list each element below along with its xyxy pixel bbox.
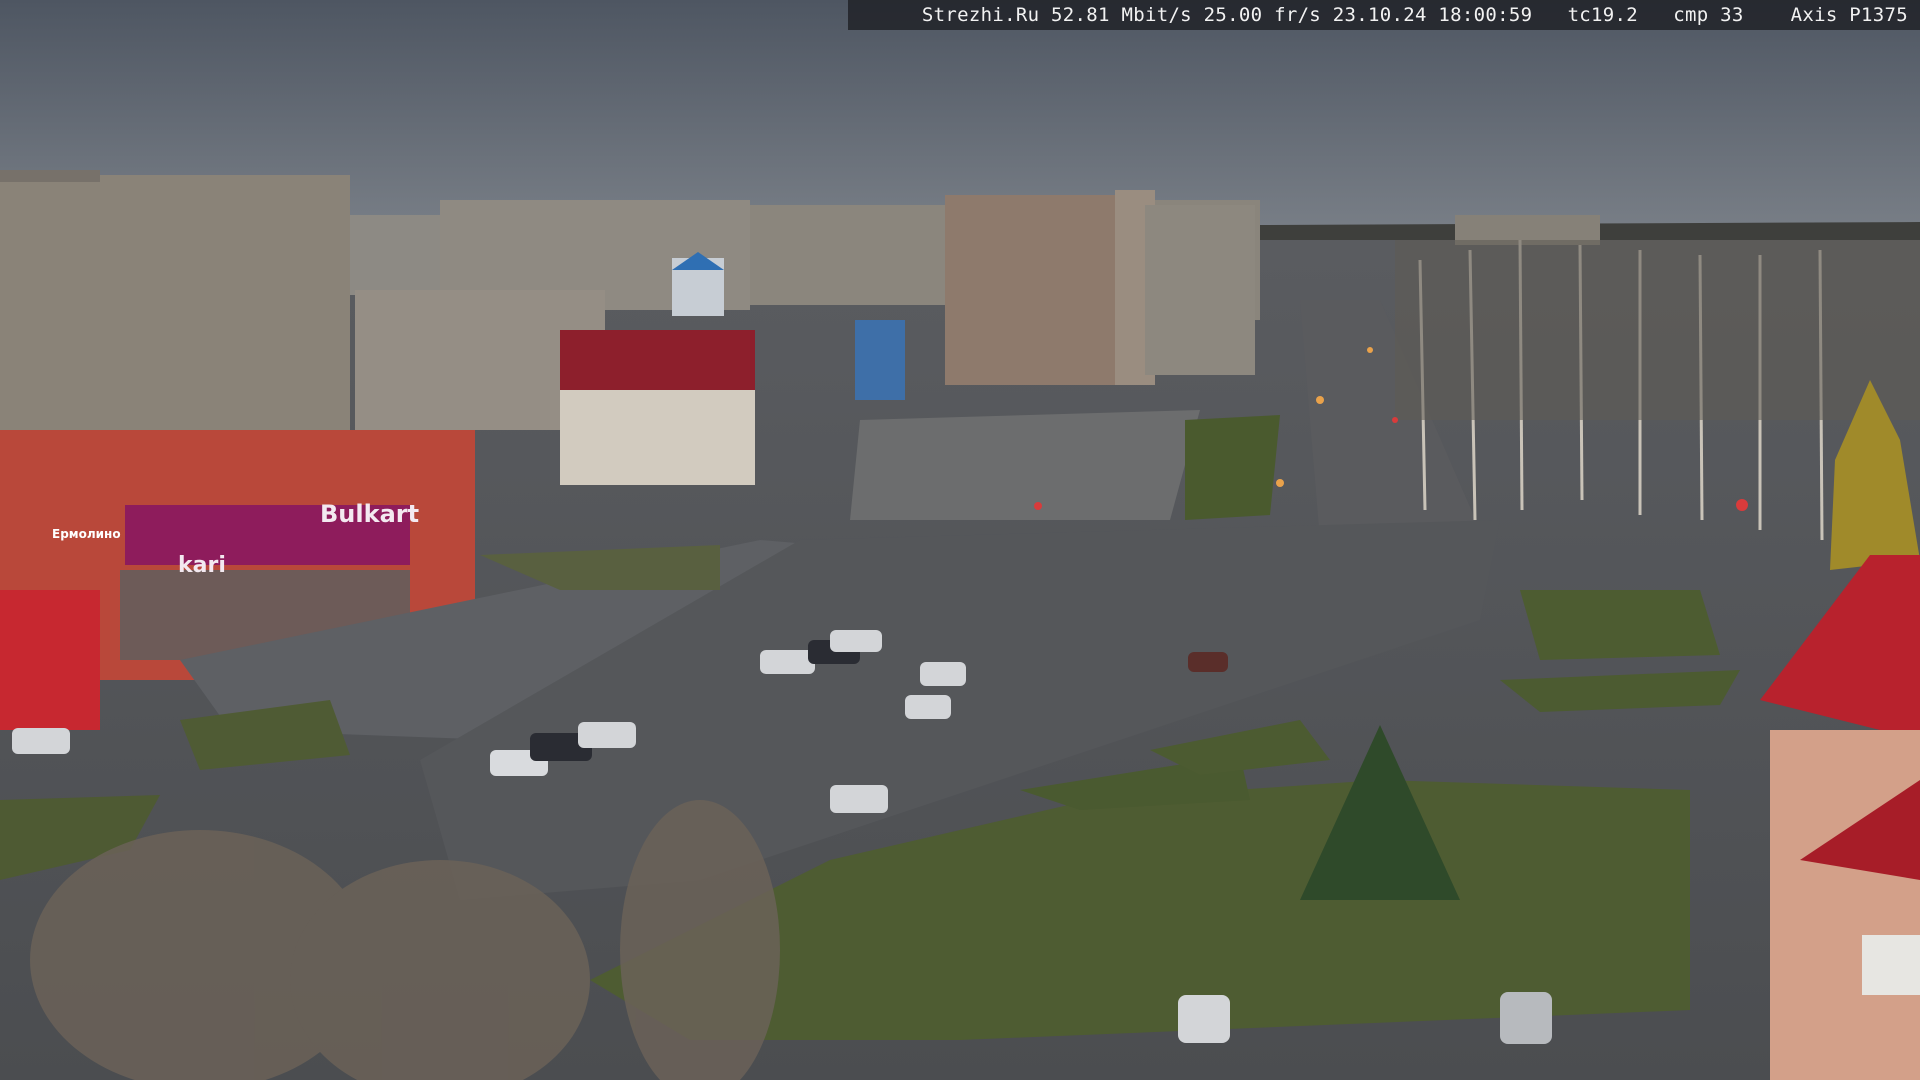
sign-small: Ермолино (52, 527, 121, 541)
webcam-scene: Bulkart kari Ермолино (0, 0, 1920, 1080)
plaza (850, 410, 1200, 520)
camera-overlay-bar: Strezhi.Ru 52.81 Mbit/s 25.00 fr/s 23.10… (848, 0, 1920, 30)
tower-building-center (945, 190, 1255, 385)
sign-main: Bulkart (320, 500, 419, 528)
sign-left: kari (178, 553, 226, 578)
tree-canopy-right (1395, 240, 1920, 420)
